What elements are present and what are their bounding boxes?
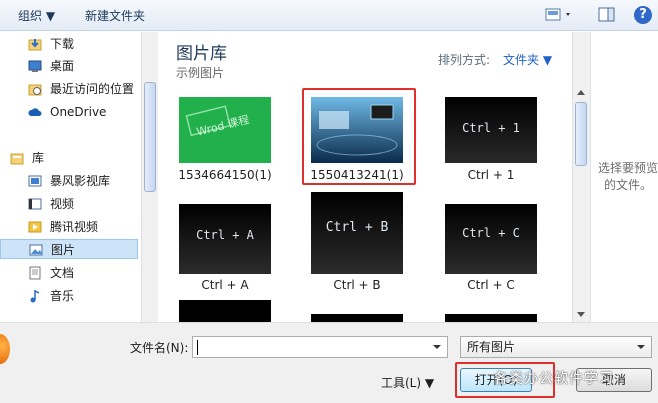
scroll-down-icon[interactable] (577, 312, 585, 317)
nav-scrollbar[interactable] (141, 32, 158, 322)
library-subtitle: 示例图片 (176, 66, 225, 80)
highlight-box (302, 88, 416, 185)
cloud-icon (28, 108, 42, 116)
view-icon (545, 8, 570, 21)
download-folder-icon (28, 39, 42, 51)
navigation-pane: 下载 桌面 最近访问的位置 OneDrive 库 暴风影视库 视频 腾讯视频 图… (0, 32, 158, 322)
view-options-button[interactable] (544, 6, 574, 24)
pictures-icon (29, 244, 43, 256)
recent-places-icon (28, 84, 42, 96)
organize-button[interactable]: 组织 ▼ (18, 8, 55, 24)
desktop-icon (28, 60, 42, 72)
thumb-text: Wrod 课程 (195, 113, 250, 139)
file-thumbnail[interactable] (445, 314, 537, 322)
thumb-text: Ctrl + A (196, 228, 254, 242)
nav-label: 桌面 (50, 59, 75, 73)
music-icon (30, 289, 40, 303)
file-view-scrollbar-thumb[interactable] (575, 102, 587, 166)
nav-label: OneDrive (50, 105, 107, 119)
file-thumbnail[interactable] (179, 300, 271, 322)
nav-label: 腾讯视频 (50, 220, 99, 234)
new-folder-button[interactable]: 新建文件夹 (85, 8, 145, 24)
nav-label: 视频 (50, 197, 75, 211)
file-thumbnail[interactable]: Ctrl + C (445, 204, 537, 274)
library-title: 图片库 (176, 44, 227, 64)
dialog-footer: 文件名(N): 所有图片 工具(L) ▼ 打开(O) 取消 各类办公软件学习 (0, 322, 658, 403)
text-caret (197, 340, 198, 355)
file-caption: Ctrl + 1 (467, 168, 515, 182)
thumb-text: Ctrl + B (325, 220, 389, 235)
nav-label: 音乐 (50, 289, 75, 303)
file-caption: 1534664150(1) (178, 168, 272, 182)
watermark: 各类办公软件学习 (494, 371, 614, 387)
nav-item-onedrive[interactable]: OneDrive (28, 102, 140, 122)
nav-label: 图片 (51, 243, 76, 257)
file-thumbnail[interactable]: Ctrl + B (311, 192, 403, 274)
nav-item-libraries[interactable]: 库 (10, 148, 122, 168)
scroll-up-icon[interactable] (577, 90, 585, 95)
file-thumbnail[interactable] (311, 314, 403, 322)
nav-item-tencent-video[interactable]: 腾讯视频 (28, 217, 140, 237)
command-bar: 组织 ▼ 新建文件夹 ? (0, 0, 658, 31)
sort-dropdown[interactable]: 文件夹 ▼ (503, 51, 552, 68)
chevron-down-icon[interactable] (433, 345, 441, 349)
nav-item-recent-places[interactable]: 最近访问的位置 (28, 79, 140, 99)
preview-pane-icon (598, 7, 615, 22)
video-icon (28, 198, 42, 210)
file-type-value: 所有图片 (467, 340, 516, 354)
tools-button[interactable]: 工具(L) ▼ (381, 374, 434, 391)
nav-scrollbar-thumb[interactable] (144, 82, 156, 192)
file-thumbnail[interactable]: Ctrl + 1 (445, 97, 537, 163)
nav-label: 最近访问的位置 (50, 82, 135, 96)
preview-placeholder: 选择要预览的文件。 (597, 161, 658, 192)
file-type-select[interactable]: 所有图片 (460, 336, 652, 358)
nav-item-music[interactable]: 音乐 (28, 286, 140, 306)
nav-item-documents[interactable]: 文档 (28, 263, 140, 283)
nav-item-videos[interactable]: 视频 (28, 194, 140, 214)
nav-item-pictures[interactable]: 图片 (0, 239, 138, 259)
preview-pane: 选择要预览的文件。 (590, 32, 658, 322)
file-view-scrollbar[interactable] (572, 32, 590, 322)
tencent-video-icon (28, 221, 42, 233)
filename-label: 文件名(N): (130, 341, 189, 355)
thumb-text: Ctrl + C (462, 226, 520, 240)
file-view: 图片库 示例图片 排列方式: 文件夹 ▼ Wrod 课程 1534664150(… (160, 32, 572, 322)
file-caption: Ctrl + B (333, 278, 381, 292)
library-icon (10, 153, 24, 165)
filename-input[interactable] (192, 336, 448, 358)
help-icon[interactable]: ? (634, 6, 652, 24)
green-course-image: Wrod 课程 (185, 105, 251, 139)
preview-pane-button[interactable] (598, 6, 616, 24)
sort-label: 排列方式: (438, 53, 491, 67)
thumb-text: Ctrl + 1 (462, 121, 520, 135)
nav-label: 下载 (50, 37, 75, 51)
file-thumbnail[interactable]: Ctrl + A (179, 204, 271, 274)
file-caption: Ctrl + A (201, 278, 249, 292)
video-library-icon (28, 175, 42, 187)
documents-icon (29, 266, 41, 280)
nav-item-baofeng-library[interactable]: 暴风影视库 (28, 171, 140, 191)
file-caption: Ctrl + C (467, 278, 515, 292)
nav-label: 暴风影视库 (50, 174, 111, 188)
nav-label: 文档 (50, 266, 75, 280)
nav-item-downloads[interactable]: 下载 (28, 34, 140, 54)
chevron-down-icon[interactable] (637, 345, 645, 349)
file-thumbnail[interactable]: Wrod 课程 (179, 97, 271, 163)
nav-label: 库 (32, 151, 45, 165)
nav-item-desktop[interactable]: 桌面 (28, 56, 140, 76)
